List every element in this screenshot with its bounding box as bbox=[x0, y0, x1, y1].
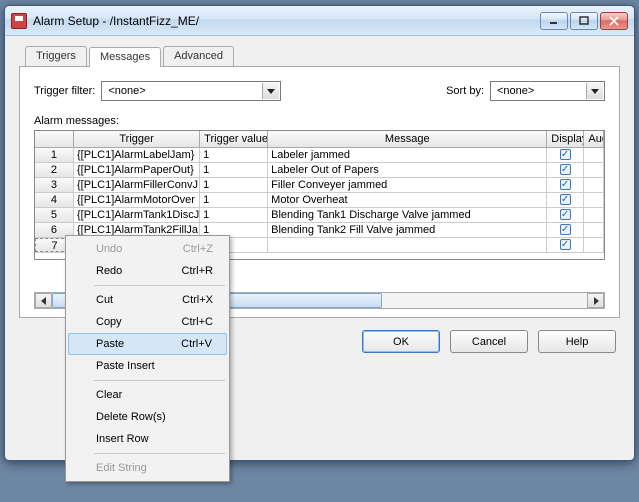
grid-label: Alarm messages: bbox=[34, 115, 605, 127]
minimize-button[interactable] bbox=[540, 12, 568, 30]
menu-paste[interactable]: PasteCtrl+V bbox=[68, 333, 227, 355]
tab-advanced[interactable]: Advanced bbox=[163, 46, 234, 66]
cell-audio[interactable] bbox=[584, 148, 604, 162]
cell-message[interactable]: Labeler Out of Papers bbox=[268, 163, 547, 177]
app-icon bbox=[11, 13, 27, 29]
cell-trigger-value[interactable]: 1 bbox=[200, 208, 268, 222]
cell-audio[interactable] bbox=[584, 178, 604, 192]
cancel-button[interactable]: Cancel bbox=[450, 330, 528, 353]
menu-redo[interactable]: RedoCtrl+R bbox=[68, 260, 227, 282]
row-header[interactable]: 5 bbox=[35, 208, 74, 222]
menu-clear[interactable]: Clear bbox=[68, 384, 227, 406]
cell-trigger[interactable]: {[PLC1]AlarmMotorOver bbox=[74, 193, 200, 207]
window-title: Alarm Setup - /InstantFizz_ME/ bbox=[33, 14, 540, 28]
sort-by-label: Sort by: bbox=[446, 85, 484, 97]
trigger-filter-label: Trigger filter: bbox=[34, 85, 95, 97]
menu-insert-row[interactable]: Insert Row bbox=[68, 428, 227, 450]
cell-audio[interactable] bbox=[584, 223, 604, 237]
menu-undo: UndoCtrl+Z bbox=[68, 238, 227, 260]
row-header[interactable]: 2 bbox=[35, 163, 74, 177]
row-header[interactable]: 1 bbox=[35, 148, 74, 162]
cell-audio[interactable] bbox=[584, 193, 604, 207]
row-header[interactable]: 3 bbox=[35, 178, 74, 192]
chevron-down-icon bbox=[591, 89, 599, 95]
titlebar[interactable]: Alarm Setup - /InstantFizz_ME/ bbox=[5, 6, 634, 36]
cell-display-check[interactable] bbox=[547, 238, 584, 252]
cell-display-check[interactable] bbox=[547, 223, 584, 237]
chevron-down-icon bbox=[267, 89, 275, 95]
menu-separator bbox=[94, 380, 225, 381]
close-button[interactable] bbox=[600, 12, 628, 30]
cell-display-check[interactable] bbox=[547, 193, 584, 207]
cell-trigger[interactable]: {[PLC1]AlarmPaperOut} bbox=[74, 163, 200, 177]
cell-message[interactable]: Filler Conveyer jammed bbox=[268, 178, 547, 192]
col-message[interactable]: Message bbox=[268, 131, 547, 147]
menu-edit-string: Edit String bbox=[68, 457, 227, 479]
cell-message[interactable]: Labeler jammed bbox=[268, 148, 547, 162]
cell-trigger-value[interactable]: 1 bbox=[200, 193, 268, 207]
grid-header: Trigger Trigger value Message Display Au… bbox=[35, 131, 604, 148]
table-row[interactable]: 3{[PLC1]AlarmFillerConvJ1Filler Conveyer… bbox=[35, 178, 604, 193]
cell-message[interactable]: Motor Overheat bbox=[268, 193, 547, 207]
tab-messages[interactable]: Messages bbox=[89, 47, 161, 67]
menu-separator bbox=[94, 285, 225, 286]
table-row[interactable]: 5{[PLC1]AlarmTank1DiscJ1Blending Tank1 D… bbox=[35, 208, 604, 223]
trigger-filter-value: <none> bbox=[108, 85, 145, 97]
scroll-left-button[interactable] bbox=[35, 293, 52, 308]
context-menu[interactable]: UndoCtrl+Z RedoCtrl+R CutCtrl+X CopyCtrl… bbox=[65, 235, 230, 482]
cell-trigger-value[interactable]: 1 bbox=[200, 163, 268, 177]
ok-button[interactable]: OK bbox=[362, 330, 440, 353]
table-row[interactable]: 2{[PLC1]AlarmPaperOut}1Labeler Out of Pa… bbox=[35, 163, 604, 178]
cell-trigger-value[interactable]: 1 bbox=[200, 148, 268, 162]
col-trigger[interactable]: Trigger bbox=[74, 131, 200, 147]
cell-audio[interactable] bbox=[584, 163, 604, 177]
menu-delete-rows[interactable]: Delete Row(s) bbox=[68, 406, 227, 428]
cell-display-check[interactable] bbox=[547, 163, 584, 177]
cell-message[interactable]: Blending Tank1 Discharge Valve jammed bbox=[268, 208, 547, 222]
cell-message[interactable]: Blending Tank2 Fill Valve jammed bbox=[268, 223, 547, 237]
cell-display-check[interactable] bbox=[547, 178, 584, 192]
cell-trigger[interactable]: {[PLC1]AlarmFillerConvJ bbox=[74, 178, 200, 192]
menu-copy[interactable]: CopyCtrl+C bbox=[68, 311, 227, 333]
col-audio[interactable]: Aud bbox=[584, 131, 604, 147]
scroll-right-button[interactable] bbox=[587, 293, 604, 308]
row-header[interactable]: 4 bbox=[35, 193, 74, 207]
cell-trigger-value[interactable]: 1 bbox=[200, 178, 268, 192]
cell-audio[interactable] bbox=[584, 238, 604, 252]
table-row[interactable]: 4{[PLC1]AlarmMotorOver1Motor Overheat bbox=[35, 193, 604, 208]
menu-cut[interactable]: CutCtrl+X bbox=[68, 289, 227, 311]
cell-display-check[interactable] bbox=[547, 208, 584, 222]
col-display[interactable]: Display bbox=[547, 131, 584, 147]
menu-separator bbox=[94, 453, 225, 454]
cell-display-check[interactable] bbox=[547, 148, 584, 162]
help-button[interactable]: Help bbox=[538, 330, 616, 353]
tab-triggers[interactable]: Triggers bbox=[25, 46, 87, 66]
col-trigger-value[interactable]: Trigger value bbox=[200, 131, 268, 147]
cell-audio[interactable] bbox=[584, 208, 604, 222]
maximize-button[interactable] bbox=[570, 12, 598, 30]
tabstrip: Triggers Messages Advanced bbox=[19, 46, 620, 67]
cell-trigger[interactable]: {[PLC1]AlarmTank1DiscJ bbox=[74, 208, 200, 222]
cell-trigger[interactable]: {[PLC1]AlarmLabelJam} bbox=[74, 148, 200, 162]
cell-message[interactable] bbox=[268, 238, 547, 252]
trigger-filter-select[interactable]: <none> bbox=[101, 81, 281, 101]
sort-by-select[interactable]: <none> bbox=[490, 81, 605, 101]
table-row[interactable]: 1{[PLC1]AlarmLabelJam}1Labeler jammed bbox=[35, 148, 604, 163]
sort-by-value: <none> bbox=[497, 85, 534, 97]
menu-paste-insert[interactable]: Paste Insert bbox=[68, 355, 227, 377]
